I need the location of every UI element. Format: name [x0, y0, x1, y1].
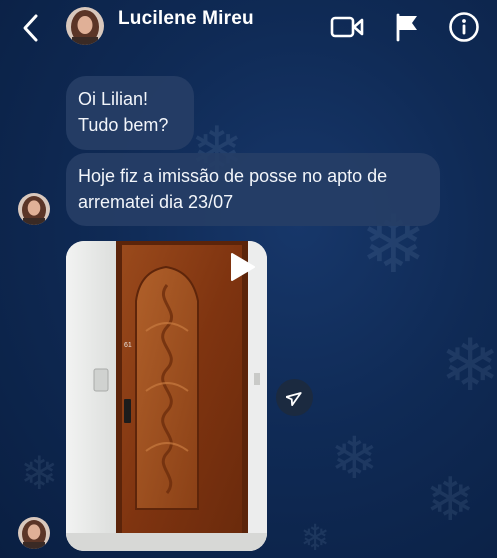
flag-icon — [396, 13, 417, 42]
message-text: Tudo bem? — [78, 115, 169, 135]
info-button[interactable] — [447, 10, 481, 44]
door-photo: 61 — [66, 241, 267, 551]
sender-avatar[interactable] — [18, 517, 50, 549]
snowflake-decoration: ❄ — [425, 466, 476, 533]
play-icon[interactable] — [228, 252, 256, 282]
share-button[interactable] — [276, 379, 313, 416]
snowflake-decoration: ❄ — [20, 447, 59, 499]
chat-header: Lucilene Mireu — [0, 0, 497, 58]
contact-name[interactable]: Lucilene Mireu — [118, 8, 254, 30]
video-call-button[interactable] — [330, 10, 364, 44]
video-call-icon — [330, 16, 364, 38]
chevron-left-icon — [23, 14, 38, 42]
send-icon — [285, 391, 302, 406]
snowflake-decoration: ❄ — [440, 326, 497, 406]
message-bubble[interactable]: Oi Lilian! Tudo bem? — [66, 76, 194, 150]
message-text: arrematei dia 23/07 — [78, 192, 234, 212]
snowflake-decoration: ❄ — [300, 517, 331, 558]
sender-avatar[interactable] — [18, 193, 50, 225]
message-text: Hoje fiz a imissão de posse no apto de — [78, 166, 388, 186]
snowflake-decoration: ❄ — [330, 426, 379, 491]
back-button[interactable] — [14, 8, 48, 48]
message-text: Oi Lilian! — [78, 89, 149, 109]
door-number: 61 — [124, 342, 132, 349]
report-button[interactable] — [390, 10, 424, 44]
info-icon — [449, 12, 479, 42]
video-message[interactable]: 61 — [66, 241, 267, 551]
message-bubble[interactable]: Hoje fiz a imissão de posse no apto de a… — [66, 153, 440, 226]
contact-avatar[interactable] — [66, 7, 104, 45]
